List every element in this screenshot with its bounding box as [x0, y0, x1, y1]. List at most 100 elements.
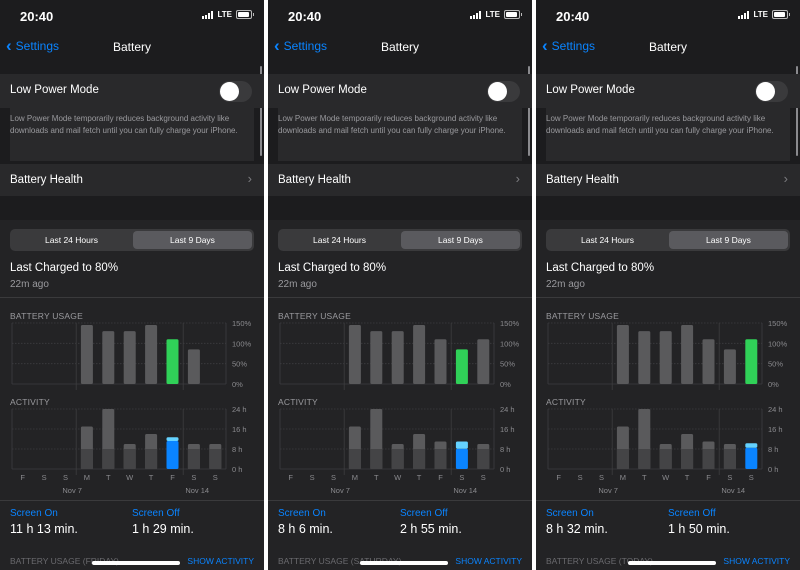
usage-tick-label: 100%: [500, 339, 520, 348]
day-label: T: [149, 473, 154, 482]
usage-tick-label: 100%: [232, 339, 252, 348]
screen-on-bar-base: [102, 449, 115, 469]
usage-tick-label: 150%: [232, 319, 252, 328]
screen-on-value: 8 h 6 min.: [278, 522, 333, 536]
screen-on-bar-base: [348, 449, 361, 469]
day-label: S: [599, 473, 604, 482]
screen-on-bar-base: [723, 449, 736, 469]
usage-bar: [745, 339, 758, 384]
day-label: M: [620, 473, 626, 482]
screen-off-label: Screen Off: [668, 508, 716, 519]
day-label: T: [685, 473, 690, 482]
activity-tick-label: 24 h: [768, 405, 783, 414]
date-label-left: Nov 7: [598, 486, 618, 495]
day-label: S: [481, 473, 486, 482]
day-label: S: [63, 473, 68, 482]
day-label: S: [213, 473, 218, 482]
show-activity-link[interactable]: SHOW ACTIVITY: [187, 556, 254, 566]
day-label: W: [126, 473, 134, 482]
day-label: M: [84, 473, 90, 482]
usage-bar: [638, 331, 651, 384]
screen-on-bar-base: [123, 449, 136, 469]
usage-bar: [723, 349, 736, 384]
usage-tick-label: 50%: [768, 360, 783, 369]
home-indicator: [628, 561, 716, 565]
day-label: M: [352, 473, 358, 482]
day-label: S: [459, 473, 464, 482]
usage-bar: [681, 325, 694, 384]
screen-on-bar-base: [702, 449, 715, 469]
day-label: F: [706, 473, 711, 482]
activity-tick-label: 8 h: [232, 445, 242, 454]
home-indicator: [360, 561, 448, 565]
activity-tick-label: 24 h: [500, 405, 515, 414]
screen-on-bar-base: [638, 449, 651, 469]
screen-on-bar-base: [434, 449, 447, 469]
activity-tick-label: 8 h: [768, 445, 778, 454]
screen-on-bar-base: [391, 449, 404, 469]
day-label: F: [438, 473, 443, 482]
usage-bar: [348, 325, 361, 384]
usage-bar: [166, 339, 179, 384]
screen-on-label: Screen On: [546, 508, 594, 519]
day-label: T: [417, 473, 422, 482]
usage-bar: [145, 325, 158, 384]
usage-bar: [659, 331, 672, 384]
screen-on-value: 8 h 32 min.: [546, 522, 608, 536]
day-label: S: [749, 473, 754, 482]
divider: [268, 500, 532, 501]
usage-tick-label: 0%: [500, 380, 511, 389]
show-activity-link[interactable]: SHOW ACTIVITY: [455, 556, 522, 566]
usage-bar: [616, 325, 629, 384]
home-indicator: [92, 561, 180, 565]
screen-off-bar: [455, 441, 468, 449]
screen-off-value: 1 h 29 min.: [132, 522, 194, 536]
usage-activity-charts[interactable]: 150% 100% 50% 0% 24 h 16 h 8 h 0 h F S S M T W T F S S Nov…: [536, 0, 800, 500]
day-label: T: [374, 473, 379, 482]
divider: [0, 500, 264, 501]
usage-tick-label: 50%: [500, 360, 515, 369]
screen-on-label: Screen On: [10, 508, 58, 519]
day-label: W: [662, 473, 670, 482]
usage-bar: [102, 331, 115, 384]
usage-tick-label: 50%: [232, 360, 247, 369]
screen-on-bar-base: [681, 449, 694, 469]
usage-bar: [123, 331, 136, 384]
date-label-left: Nov 7: [330, 486, 350, 495]
day-label: S: [310, 473, 315, 482]
screen-on-bar: [455, 448, 468, 469]
usage-bar: [187, 349, 200, 384]
screen-on-bar-base: [413, 449, 426, 469]
show-activity-link[interactable]: SHOW ACTIVITY: [723, 556, 790, 566]
screen-on-bar: [166, 441, 179, 469]
day-label: S: [42, 473, 47, 482]
screen-off-bar: [745, 443, 758, 448]
usage-bar: [455, 349, 468, 384]
usage-activity-charts[interactable]: 150% 100% 50% 0% 24 h 16 h 8 h 0 h F S S M T W T F S S Nov…: [268, 0, 532, 500]
usage-bar: [80, 325, 93, 384]
screen-off-value: 1 h 50 min.: [668, 522, 730, 536]
screen-off-label: Screen Off: [400, 508, 448, 519]
usage-tick-label: 150%: [500, 319, 520, 328]
activity-tick-label: 16 h: [232, 425, 247, 434]
activity-tick-label: 0 h: [768, 465, 778, 474]
day-label: S: [727, 473, 732, 482]
usage-tick-label: 0%: [768, 380, 779, 389]
screen-on-bar-base: [370, 449, 383, 469]
usage-bar: [702, 339, 715, 384]
date-label-right: Nov 14: [453, 486, 477, 495]
screen-off-label: Screen Off: [132, 508, 180, 519]
usage-tick-label: 0%: [232, 380, 243, 389]
screen-on-bar: [745, 447, 758, 469]
divider: [536, 500, 800, 501]
screen-on-bar-base: [616, 449, 629, 469]
usage-bar: [370, 331, 383, 384]
screen-on-bar-base: [659, 449, 672, 469]
day-label: S: [191, 473, 196, 482]
activity-tick-label: 16 h: [500, 425, 515, 434]
day-label: F: [288, 473, 293, 482]
day-label: T: [642, 473, 647, 482]
usage-activity-charts[interactable]: 150% 100% 50% 0% 24 h 16 h 8 h 0 h F S S M T W T F S S Nov…: [0, 0, 264, 500]
usage-bar: [391, 331, 404, 384]
activity-tick-label: 0 h: [500, 465, 510, 474]
